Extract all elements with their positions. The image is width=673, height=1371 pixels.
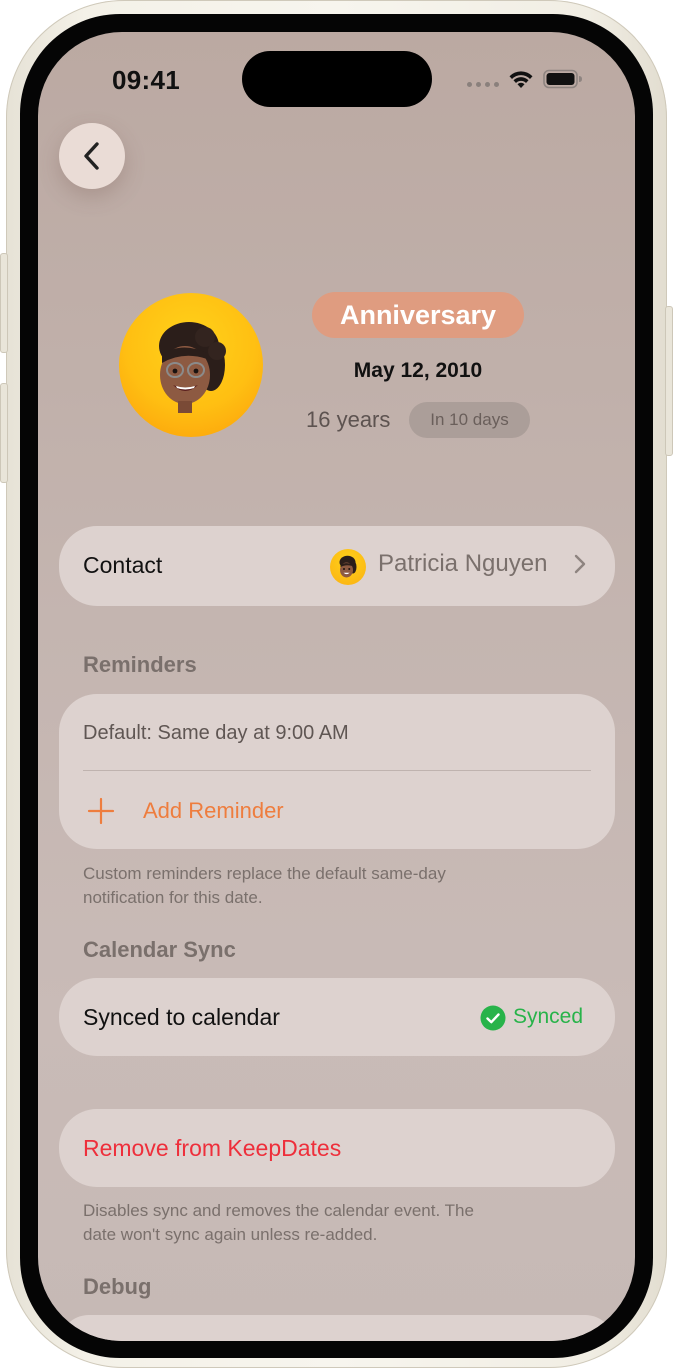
add-reminder-button[interactable]: Add Reminder bbox=[143, 798, 284, 824]
memoji-avatar-image bbox=[159, 322, 226, 413]
avatar bbox=[119, 293, 263, 437]
divider bbox=[83, 770, 591, 771]
event-type-badge: Anniversary bbox=[312, 292, 524, 338]
chevron-left-icon bbox=[84, 142, 99, 170]
contact-row[interactable]: Contact Patricia Nguyen bbox=[59, 526, 615, 606]
remove-footnote-line-1: Disables sync and removes the calendar e… bbox=[83, 1201, 474, 1220]
reminders-footnote-line-2: notification for this date. bbox=[83, 888, 263, 907]
back-button[interactable] bbox=[59, 123, 125, 189]
event-date: May 12, 2010 bbox=[353, 359, 483, 382]
side-button-left-bottom bbox=[0, 383, 8, 483]
debug-section-title: Debug bbox=[83, 1274, 152, 1299]
reminders-footnote: Custom reminders replace the default sam… bbox=[83, 862, 583, 910]
remove-footnote: Disables sync and removes the calendar e… bbox=[83, 1199, 583, 1247]
side-button-right bbox=[665, 306, 673, 456]
sync-status: Synced bbox=[513, 1005, 584, 1028]
reminders-section-title: Reminders bbox=[83, 652, 197, 677]
plus-icon[interactable] bbox=[87, 797, 115, 825]
wifi-icon bbox=[509, 71, 533, 88]
chevron-right-icon bbox=[574, 554, 586, 574]
years-count: 16 years bbox=[306, 407, 391, 432]
calendar-sync-row[interactable]: Synced to calendar Synced bbox=[59, 978, 615, 1056]
contact-avatar bbox=[330, 549, 366, 585]
remove-button[interactable]: Remove from KeepDates bbox=[83, 1135, 341, 1162]
app-screen: 09:41 Anniversary May 12, 2010 16 years … bbox=[38, 32, 635, 1341]
contact-label: Contact bbox=[83, 552, 163, 578]
status-time: 09:41 bbox=[112, 65, 180, 95]
dynamic-island bbox=[242, 51, 432, 107]
remove-footnote-line-2: date won't sync again unless re-added. bbox=[83, 1225, 378, 1244]
default-reminder[interactable]: Default: Same day at 9:00 AM bbox=[83, 722, 349, 745]
calendar-sync-section-title: Calendar Sync bbox=[83, 937, 236, 962]
cellular-dots-icon bbox=[467, 82, 499, 87]
debug-card bbox=[59, 1315, 615, 1341]
calendar-sync-label: Synced to calendar bbox=[83, 1004, 280, 1030]
contact-name: Patricia Nguyen bbox=[378, 550, 548, 577]
checkmark-circle-icon bbox=[480, 1005, 506, 1031]
side-button-left-top bbox=[0, 253, 8, 353]
countdown-badge: In 10 days bbox=[409, 402, 530, 438]
reminders-card: Default: Same day at 9:00 AM Add Reminde… bbox=[59, 694, 615, 849]
memoji-avatar-small-image bbox=[339, 555, 357, 578]
reminders-footnote-line-1: Custom reminders replace the default sam… bbox=[83, 864, 446, 883]
battery-icon bbox=[543, 69, 582, 89]
remove-row[interactable]: Remove from KeepDates bbox=[59, 1109, 615, 1187]
